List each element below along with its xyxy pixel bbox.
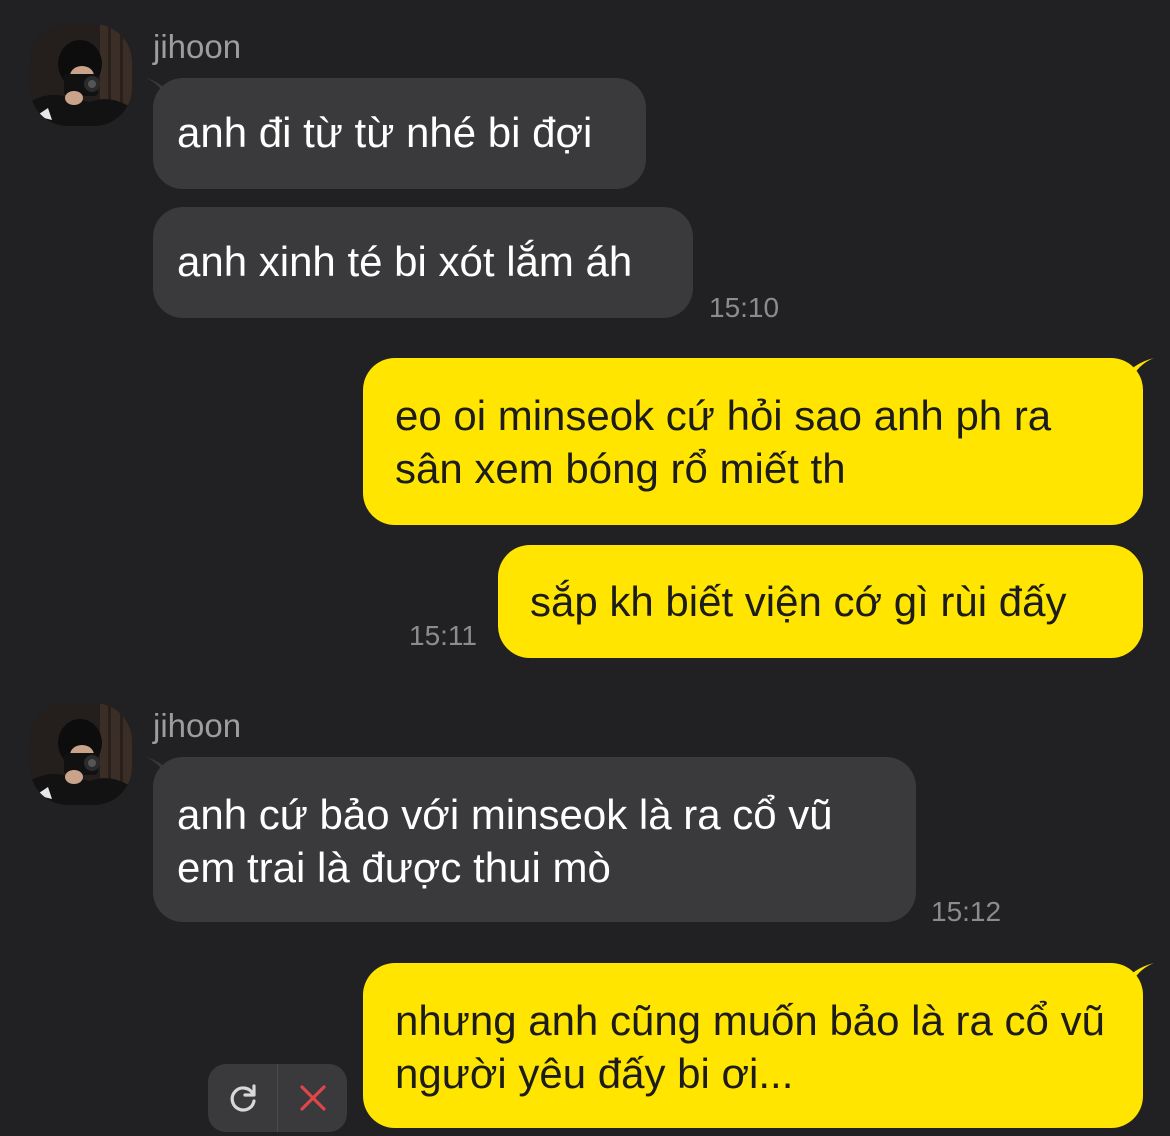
message-bubble[interactable]: sắp kh biết viện cớ gì rùi đấy xyxy=(498,545,1143,658)
avatar[interactable] xyxy=(30,703,132,805)
message-bubble[interactable]: anh cứ bảo với minseok là ra cổ vũ em tr… xyxy=(153,757,916,922)
refresh-icon xyxy=(230,1084,256,1112)
message-text: eo oi minseok cứ hỏi sao anh ph ra sân x… xyxy=(395,392,1052,492)
message-text: anh cứ bảo với minseok là ra cổ vũ em tr… xyxy=(177,791,833,891)
avatar[interactable] xyxy=(30,24,132,126)
message-bubble[interactable]: anh đi từ từ nhé bi đợi xyxy=(153,78,646,189)
message-text: sắp kh biết viện cớ gì rùi đấy xyxy=(530,578,1067,625)
message-bubble[interactable]: nhưng anh cũng muốn bảo là ra cổ vũ ngườ… xyxy=(363,963,1143,1128)
sender-name: jihoon xyxy=(153,28,242,65)
bubble-tail xyxy=(1128,963,1154,993)
message-text: nhưng anh cũng muốn bảo là ra cổ vũ ngườ… xyxy=(395,997,1105,1097)
message-bubble[interactable]: anh xinh té bi xót lắm áh xyxy=(153,207,693,318)
cancel-button[interactable] xyxy=(278,1064,347,1132)
retry-button[interactable] xyxy=(208,1064,277,1132)
message-timestamp: 15:11 xyxy=(409,620,477,651)
message-text: anh xinh té bi xót lắm áh xyxy=(177,238,633,285)
avatar-photo xyxy=(30,703,132,805)
message-timestamp: 15:10 xyxy=(709,292,780,323)
message-text: anh đi từ từ nhé bi đợi xyxy=(177,109,593,156)
avatar-photo xyxy=(30,24,132,126)
message-bubble[interactable]: eo oi minseok cứ hỏi sao anh ph ra sân x… xyxy=(363,358,1143,525)
message-timestamp: 15:12 xyxy=(931,896,1002,927)
close-icon xyxy=(299,1085,326,1111)
sender-name: jihoon xyxy=(153,707,242,744)
bubble-tail xyxy=(1128,358,1154,388)
failed-message-actions xyxy=(208,1064,347,1132)
